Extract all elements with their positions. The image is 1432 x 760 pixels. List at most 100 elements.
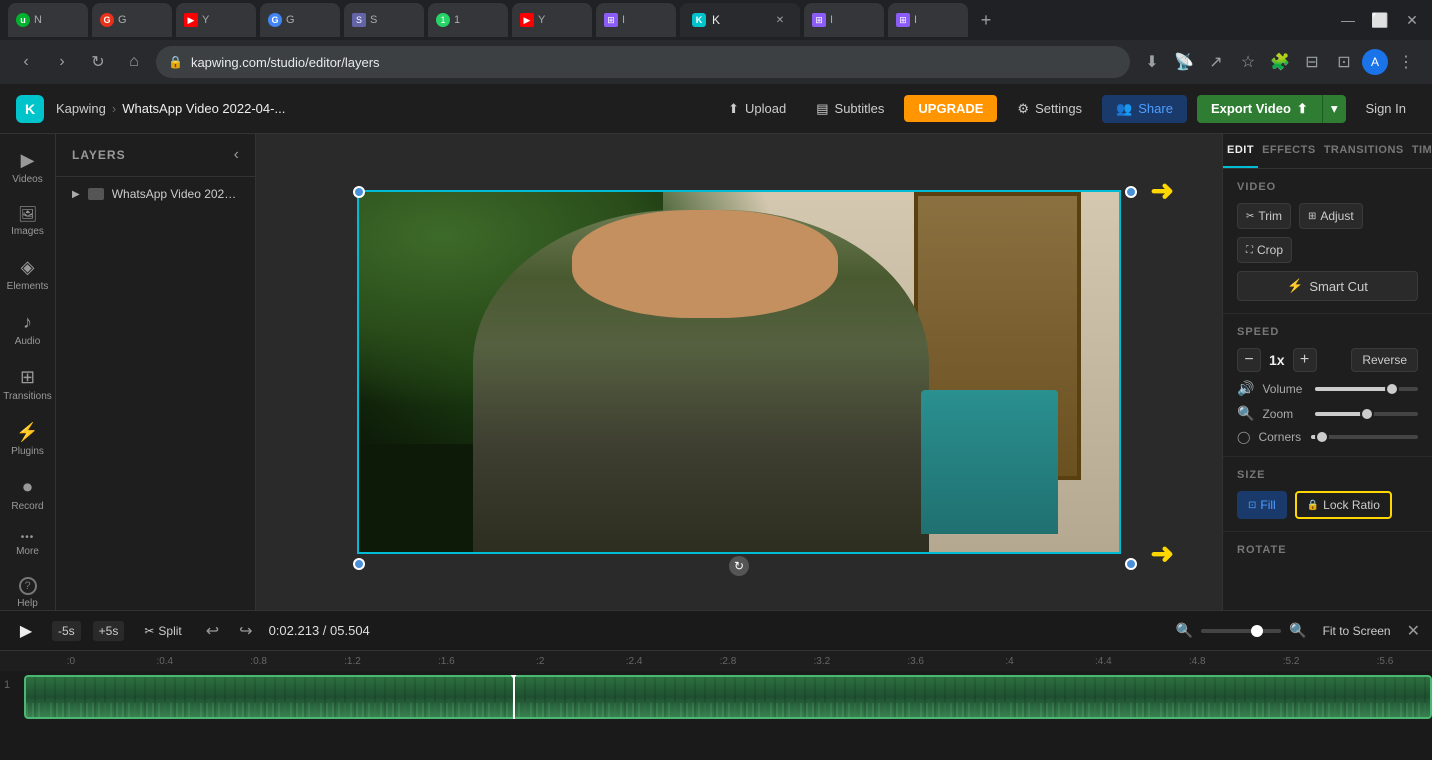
sidebar-icon[interactable]: ⊟ xyxy=(1298,48,1326,76)
reload-button[interactable]: ↻ xyxy=(84,48,112,76)
sidebar-item-audio[interactable]: ♪ Audio xyxy=(0,304,55,355)
trim-button[interactable]: ✂ Trim xyxy=(1237,203,1291,229)
tab-effects[interactable]: EFFECTS xyxy=(1258,134,1320,168)
extensions-icon[interactable]: 🧩 xyxy=(1266,48,1294,76)
playhead[interactable] xyxy=(513,675,515,719)
adjust-button[interactable]: ⊞ Adjust xyxy=(1299,203,1363,229)
handle-bottom-left[interactable] xyxy=(353,558,365,570)
video-actions: ✂ Trim ⊞ Adjust ⛶ Crop xyxy=(1237,203,1418,263)
corners-slider[interactable] xyxy=(1311,435,1418,439)
layer-item-video[interactable]: ▶ WhatsApp Video 2022.12.... xyxy=(56,177,255,211)
face xyxy=(572,210,838,318)
share-button[interactable]: 👥 Share xyxy=(1102,95,1187,123)
upgrade-button[interactable]: UPGRADE xyxy=(904,95,997,122)
smart-cut-label: Smart Cut xyxy=(1309,279,1368,294)
speed-increase-button[interactable]: + xyxy=(1293,348,1317,372)
ruler-mark: :2 xyxy=(493,656,587,667)
fill-button[interactable]: ⊡ Fill xyxy=(1237,491,1287,519)
timestamp: 0:02.213 / 05.504 xyxy=(269,623,370,638)
skip-forward-button[interactable]: +5s xyxy=(93,621,125,641)
tab-phone[interactable]: 1 1 xyxy=(428,3,508,37)
address-bar[interactable]: 🔒 kapwing.com/studio/editor/layers xyxy=(156,46,1130,78)
canvas-area[interactable]: ↻ ➜ ➜ xyxy=(256,134,1222,610)
play-button[interactable]: ▶ xyxy=(12,617,40,645)
sidebar-item-images[interactable]: 🖼 Images xyxy=(0,197,55,245)
share-icon[interactable]: ↗ xyxy=(1202,48,1230,76)
tab-grammarly[interactable]: G G xyxy=(92,3,172,37)
minimize-button[interactable]: — xyxy=(1336,8,1360,32)
volume-slider[interactable] xyxy=(1315,387,1418,391)
signin-button[interactable]: Sign In xyxy=(1356,95,1416,122)
tab-edit[interactable]: EDIT xyxy=(1223,134,1258,168)
main-area: ▶ Videos 🖼 Images ◈ Elements ♪ Audio ⊞ T… xyxy=(0,134,1432,610)
back-button[interactable]: ‹ xyxy=(12,48,40,76)
tab-kapwing[interactable]: K K ✕ xyxy=(680,3,800,37)
zoom-in-icon[interactable]: 🔍 xyxy=(1289,622,1306,639)
sidebar-item-record[interactable]: ⏺ Record xyxy=(0,469,55,520)
appearance-icon[interactable]: ⊡ xyxy=(1330,48,1358,76)
ruler-mark: :4.8 xyxy=(1150,656,1244,667)
sidebar-item-transitions[interactable]: ⊞ Transitions xyxy=(0,359,55,410)
sidebar-item-elements[interactable]: ◈ Elements xyxy=(0,249,55,300)
rotate-handle[interactable]: ↻ xyxy=(729,556,749,576)
corners-icon: ◯ xyxy=(1237,430,1250,444)
breadcrumb-brand[interactable]: Kapwing xyxy=(56,101,106,116)
tab-upwork[interactable]: u N xyxy=(8,3,88,37)
crop-button[interactable]: ⛶ Crop xyxy=(1237,237,1292,263)
export-dropdown-button[interactable]: ▾ xyxy=(1322,95,1346,123)
skip-back-button[interactable]: -5s xyxy=(52,621,81,641)
menu-icon[interactable]: ⋮ xyxy=(1392,48,1420,76)
tab-stream[interactable]: S S xyxy=(344,3,424,37)
tab-grid3[interactable]: ⊞ I xyxy=(888,3,968,37)
zoom-slider[interactable] xyxy=(1315,412,1418,416)
zoom-out-icon[interactable]: 🔍 xyxy=(1176,622,1193,639)
handle-top-left[interactable] xyxy=(353,186,365,198)
bookmark-icon[interactable]: ☆ xyxy=(1234,48,1262,76)
subtitles-button[interactable]: ▤ Subtitles xyxy=(806,95,894,123)
layers-collapse-button[interactable]: ‹ xyxy=(234,146,239,164)
undo-button[interactable]: ↩ xyxy=(202,617,223,645)
settings-button[interactable]: ⚙ Settings xyxy=(1007,95,1092,123)
tab-timing[interactable]: TIMING xyxy=(1408,134,1432,168)
download-icon[interactable]: ⬇ xyxy=(1138,48,1166,76)
handle-bottom-right[interactable] xyxy=(1125,558,1137,570)
tab-transitions[interactable]: TRANSITIONS xyxy=(1320,134,1408,168)
lock-ratio-label: Lock Ratio xyxy=(1323,498,1380,512)
lock-ratio-button[interactable]: 🔒 Lock Ratio xyxy=(1295,491,1392,519)
export-video-button[interactable]: Export Video ⬆ xyxy=(1197,95,1322,123)
sidebar-item-help[interactable]: ? Help xyxy=(0,569,55,610)
home-button[interactable]: ⌂ xyxy=(120,48,148,76)
sidebar-label-plugins: Plugins xyxy=(11,446,44,457)
upload-button[interactable]: ⬆ Upload xyxy=(718,95,796,123)
split-button[interactable]: ✂ Split xyxy=(136,620,189,642)
timeline-zoom-slider[interactable] xyxy=(1201,629,1281,633)
tab-close-btn[interactable]: ✕ xyxy=(772,12,788,28)
speed-decrease-button[interactable]: − xyxy=(1237,348,1261,372)
tab-grid1[interactable]: ⊞ I xyxy=(596,3,676,37)
fit-to-screen-button[interactable]: Fit to Screen xyxy=(1315,620,1399,642)
export-btn-group: Export Video ⬆ ▾ xyxy=(1197,95,1346,123)
ruler-mark: :3.2 xyxy=(775,656,869,667)
profile-avatar[interactable]: A xyxy=(1362,49,1388,75)
maximize-button[interactable]: ⬜ xyxy=(1368,8,1392,32)
tab-grid2[interactable]: ⊞ I xyxy=(804,3,884,37)
header-actions: ⬆ Upload ▤ Subtitles UPGRADE ⚙ Settings … xyxy=(718,95,1416,123)
sidebar-item-more[interactable]: ••• More xyxy=(0,524,55,565)
timeline-track[interactable] xyxy=(24,675,1432,719)
handle-top-right[interactable] xyxy=(1125,186,1137,198)
cast-icon[interactable]: 📡 xyxy=(1170,48,1198,76)
tab-google[interactable]: G G xyxy=(260,3,340,37)
arrow-top-right: ➜ xyxy=(1151,174,1174,207)
tab-youtube2[interactable]: ▶ Y xyxy=(512,3,592,37)
new-tab-button[interactable]: + xyxy=(972,6,1000,34)
smart-cut-button[interactable]: ⚡ Smart Cut xyxy=(1237,271,1418,301)
reverse-button[interactable]: Reverse xyxy=(1351,348,1418,372)
forward-button[interactable]: › xyxy=(48,48,76,76)
sidebar-item-plugins[interactable]: ⚡ Plugins xyxy=(0,414,55,465)
redo-button[interactable]: ↪ xyxy=(235,617,256,645)
sidebar-item-videos[interactable]: ▶ Videos xyxy=(0,142,55,193)
close-window-button[interactable]: ✕ xyxy=(1400,8,1424,32)
videos-icon: ▶ xyxy=(21,150,35,171)
close-timeline-button[interactable]: ✕ xyxy=(1407,621,1420,641)
tab-youtube1[interactable]: ▶ Y xyxy=(176,3,256,37)
